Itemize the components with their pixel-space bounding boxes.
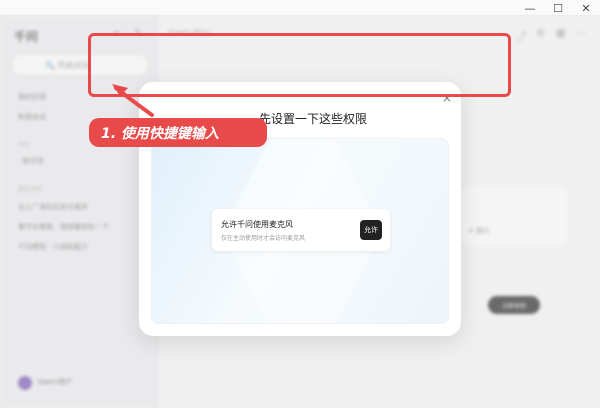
minimize-button[interactable]: —: [516, 0, 544, 16]
window-titlebar: — ☐ ✕: [0, 0, 600, 16]
dialog-title: 先设置一下这些权限: [259, 112, 368, 126]
allow-button[interactable]: 允许: [360, 220, 382, 240]
permission-label: 允许千问使用麦克风: [221, 220, 293, 229]
permission-description: 仅在主动使用时才会访问麦克风: [221, 235, 306, 242]
permission-panel: 允许千问使用麦克风 仅在主动使用时才会访问麦克风 允许: [151, 138, 449, 324]
highlight-box: [88, 33, 511, 97]
close-window-button[interactable]: ✕: [572, 0, 600, 16]
annotation-callout: 1. 使用快捷键输入: [89, 118, 267, 147]
microphone-permission-card: 允许千问使用麦克风 仅在主动使用时才会访问麦克风 允许: [212, 209, 390, 251]
maximize-button[interactable]: ☐: [544, 0, 572, 16]
